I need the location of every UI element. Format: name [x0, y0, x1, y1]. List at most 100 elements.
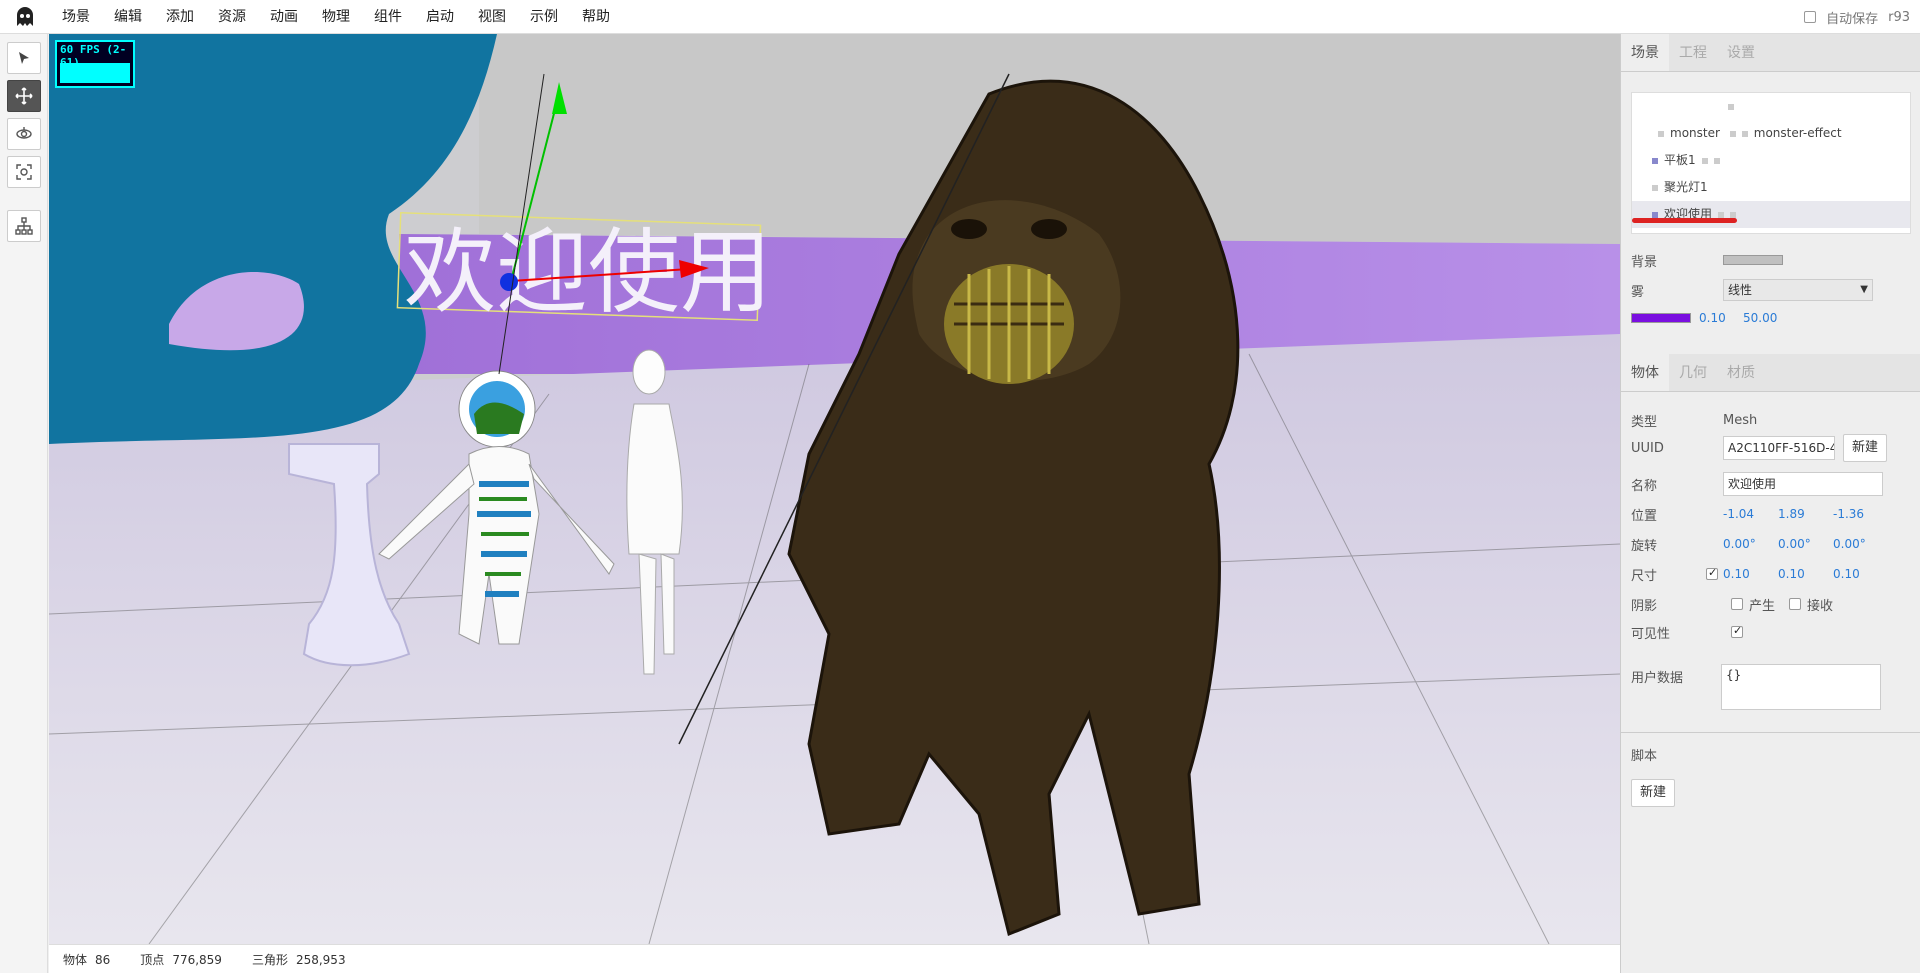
name-row: 名称 欢迎使用	[1631, 472, 1883, 496]
app-logo-icon[interactable]	[0, 0, 50, 34]
userdata-label: 用户数据	[1631, 670, 1684, 686]
scene-outliner[interactable]: monster monster-effect 平板1 聚光灯1 欢迎使用	[1631, 92, 1911, 234]
fps-panel: 60 FPS (2-61)	[55, 40, 135, 88]
outliner-row-monster[interactable]: monster monster-effect	[1632, 120, 1910, 147]
hierarchy-tool-button[interactable]	[6, 210, 41, 242]
name-field[interactable]: 欢迎使用	[1723, 472, 1883, 496]
shadow-cast-checkbox[interactable]	[1731, 598, 1743, 610]
rotation-y[interactable]: 0.00°	[1778, 537, 1833, 551]
menu-add[interactable]: 添加	[154, 0, 206, 34]
outliner-row-camera[interactable]	[1632, 93, 1910, 120]
hierarchy-icon	[14, 217, 33, 235]
outliner-row-spotlight[interactable]: 聚光灯1	[1632, 174, 1910, 201]
uuid-row: UUID A2C110FF-516D-4 新建	[1631, 434, 1888, 462]
tab-object[interactable]: 物体	[1621, 354, 1669, 391]
position-label: 位置	[1631, 508, 1658, 524]
background-label: 背景	[1631, 254, 1658, 270]
menu-play[interactable]: 启动	[414, 0, 466, 34]
rotate-tool-button[interactable]	[6, 118, 41, 150]
rotation-z[interactable]: 0.00°	[1833, 537, 1888, 551]
3d-viewport[interactable]: 欢迎使用 60 FPS (2-61)	[49, 34, 1620, 944]
menu-physics[interactable]: 物理	[310, 0, 362, 34]
outliner-scrollbar[interactable]	[1632, 218, 1737, 223]
position-row: 位置 -1.04 1.89 -1.36	[1631, 502, 1888, 526]
tab-material[interactable]: 材质	[1717, 354, 1765, 391]
shadow-cast-label: 产生	[1749, 598, 1776, 614]
rotation-x[interactable]: 0.00°	[1723, 537, 1778, 551]
script-new-button[interactable]: 新建	[1631, 779, 1676, 807]
triangles-value: 258,953	[295, 952, 346, 967]
menu-assets[interactable]: 资源	[206, 0, 258, 34]
scale-z[interactable]: 0.10	[1833, 567, 1888, 581]
outliner-row-plane[interactable]: 平板1	[1632, 147, 1910, 174]
tab-geometry[interactable]: 几何	[1669, 354, 1717, 391]
fog-label: 雾	[1631, 284, 1645, 300]
scale-icon	[15, 164, 32, 180]
menu-view[interactable]: 视图	[466, 0, 518, 34]
menu-bar: 场景 编辑 添加 资源 动画 物理 组件 启动 视图 示例 帮助 自动保存 r9…	[0, 0, 1920, 34]
script-label: 脚本	[1631, 748, 1658, 764]
menu-edit[interactable]: 编辑	[102, 0, 154, 34]
menu-animation[interactable]: 动画	[258, 0, 310, 34]
type-row: 类型 Mesh	[1631, 408, 1757, 432]
shadow-receive-label: 接收	[1807, 598, 1834, 614]
status-bar: 物体 86 顶点 776,859 三角形 258,953	[49, 944, 1620, 973]
move-icon	[14, 87, 33, 105]
menu-components[interactable]: 组件	[362, 0, 414, 34]
tab-project[interactable]: 工程	[1669, 34, 1717, 71]
visible-checkbox[interactable]	[1731, 624, 1743, 638]
type-value: Mesh	[1723, 412, 1758, 428]
translate-tool-button[interactable]	[6, 80, 41, 112]
autosave-checkbox[interactable]	[1804, 11, 1817, 23]
vertices-label: 顶点	[140, 952, 165, 967]
fog-type-select[interactable]: 线性 ▼	[1723, 279, 1873, 301]
visible-label: 可见性	[1631, 626, 1671, 642]
uuid-label: UUID	[1631, 440, 1664, 456]
uuid-field[interactable]: A2C110FF-516D-4	[1723, 436, 1835, 460]
tab-settings[interactable]: 设置	[1717, 34, 1765, 71]
outliner-label-plane: 平板1	[1664, 153, 1696, 167]
fog-near-value[interactable]: 0.10	[1699, 311, 1743, 325]
vertices-value: 776,859	[172, 952, 222, 967]
outliner-label-spotlight: 聚光灯1	[1664, 180, 1708, 194]
visible-row: 可见性	[1631, 620, 1743, 644]
userdata-row: 用户数据	[1631, 664, 1723, 688]
menu-examples[interactable]: 示例	[518, 0, 570, 34]
cursor-icon	[18, 52, 29, 64]
sidebar: 场景 工程 设置 monster monster-effect 平板1 聚光灯1…	[1620, 34, 1920, 973]
background-row: 背景	[1631, 248, 1783, 272]
type-label: 类型	[1631, 414, 1658, 430]
outliner-row-welcome[interactable]: 欢迎使用	[1632, 201, 1910, 228]
scale-x[interactable]: 0.10	[1723, 567, 1778, 581]
scale-lock-checkbox[interactable]	[1706, 566, 1718, 580]
menu-help[interactable]: 帮助	[570, 0, 622, 34]
fog-far-value[interactable]: 50.00	[1743, 311, 1798, 325]
object-tabs: 物体 几何 材质	[1621, 354, 1920, 392]
uuid-new-button[interactable]: 新建	[1843, 434, 1888, 462]
menu-right: 自动保存 r93	[1804, 0, 1920, 34]
position-z[interactable]: -1.36	[1833, 507, 1888, 521]
menu-scene[interactable]: 场景	[50, 0, 102, 34]
fog-color-swatch[interactable]	[1631, 313, 1691, 323]
background-color-swatch[interactable]	[1723, 255, 1783, 265]
triangles-label: 三角形	[251, 952, 288, 967]
fog-settings-row: 0.10 50.00	[1631, 306, 1798, 330]
shadow-receive-checkbox[interactable]	[1789, 598, 1802, 610]
tab-scene[interactable]: 场景	[1621, 34, 1669, 71]
version-label: r93	[1888, 9, 1910, 25]
autosave-label: 自动保存	[1826, 11, 1879, 27]
rotation-label: 旋转	[1631, 538, 1658, 554]
position-x[interactable]: -1.04	[1723, 507, 1778, 521]
userdata-field[interactable]: {}	[1721, 664, 1881, 710]
fog-row: 雾 线性 ▼	[1631, 278, 1873, 302]
position-y[interactable]: 1.89	[1778, 507, 1833, 521]
name-label: 名称	[1631, 478, 1658, 494]
scale-y[interactable]: 0.10	[1778, 567, 1833, 581]
scale-label: 尺寸	[1631, 568, 1658, 584]
scale-row: 尺寸 0.10 0.10 0.10	[1631, 562, 1888, 586]
sidebar-tabs: 场景 工程 设置	[1621, 34, 1920, 72]
scale-tool-button[interactable]	[6, 156, 41, 188]
select-tool-button[interactable]	[6, 42, 41, 74]
script-row: 脚本	[1631, 742, 1657, 766]
fps-graph	[60, 63, 130, 83]
